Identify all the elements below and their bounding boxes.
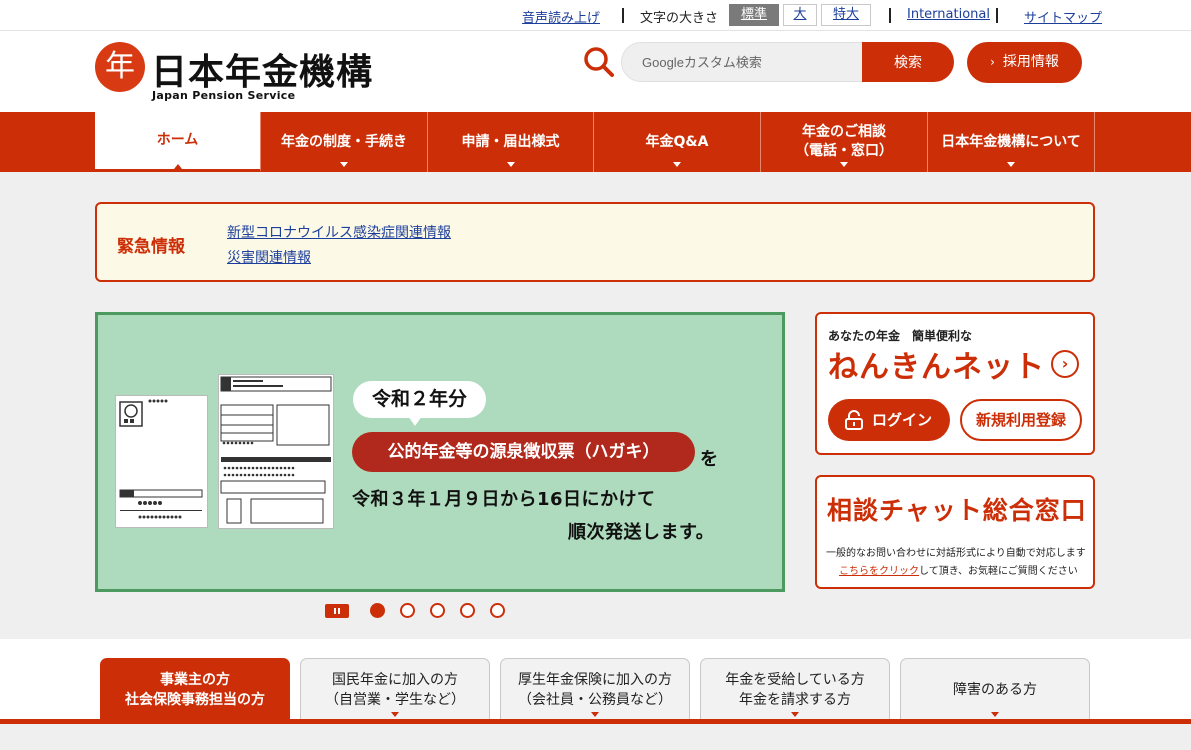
nav-application-forms[interactable]: 申請・届出様式 [428,112,594,172]
caret-down-icon [340,162,348,167]
postcard-illustration [115,395,208,528]
recruit-label: 採用情報 [1002,54,1059,70]
nenkin-net-card: あなたの年金 簡単便利な ねんきんネット › ログイン 新規利用登録 [815,312,1095,455]
audience-tab-recipients[interactable]: 年金を受給している方 年金を請求する方 [700,658,890,720]
nenkin-net-login-button[interactable]: ログイン [828,399,950,441]
lock-icon [845,410,863,430]
nenkin-net-title[interactable]: ねんきんネット [828,342,1045,386]
utility-bar: 音声読み上げ 文字の大きさ 標準 大 特大 International サイトマ… [0,0,1191,31]
search-input[interactable] [621,42,863,82]
global-nav: ホーム 年金の制度・手続き 申請・届出様式 年金Q&A 年金のご相談 （電話・窓… [0,112,1191,172]
caret-down-icon [791,712,799,717]
hero-carousel-slide[interactable]: 令和２年分 公的年金等の源泉徴収票（ハガキ） を 令和３年１月９日から16日にか… [95,312,785,592]
carousel-dot-5[interactable] [490,603,505,618]
carousel-line-1: 令和３年１月９日から16日にかけて [352,489,656,510]
nav-consultation[interactable]: 年金のご相談 （電話・窓口） [761,112,928,172]
caret-down-icon [991,712,999,717]
emergency-link-disaster[interactable]: 災害関連情報 [227,247,311,267]
utility-separator [622,8,624,23]
caret-down-icon [506,162,515,167]
carousel-dot-3[interactable] [430,603,445,618]
emergency-info-box: 緊急情報 新型コロナウイルス感染症関連情報 災害関連情報 [95,202,1095,282]
audience-tab-employee-pension[interactable]: 厚生年金保険に加入の方 （会社員・公務員など） [500,658,690,720]
international-link[interactable]: International [907,7,990,22]
year-pill: 令和２年分 [353,381,486,418]
utility-separator [889,8,891,23]
audience-tab-employers[interactable]: 事業主の方 社会保険事務担当の方 [100,658,290,720]
logo-subtitle: Japan Pension Service [152,89,296,102]
chat-title: 相談チャット総合窓口 [827,496,1087,525]
voice-read-link[interactable]: 音声読み上げ [522,7,600,26]
caret-down-icon [391,712,399,717]
audience-tab-national-pension[interactable]: 国民年金に加入の方 （自営業・学生など） [300,658,490,720]
recruit-button[interactable]: › 採用情報 [967,42,1082,83]
nav-about[interactable]: 日本年金機構について [928,112,1095,172]
font-size-xlarge-button[interactable]: 特大 [821,4,871,26]
site-logo[interactable]: 年 日本年金機構 Japan Pension Service [95,42,375,104]
carousel-dot-2[interactable] [400,603,415,618]
nav-home[interactable]: ホーム [95,112,261,172]
chat-click-link[interactable]: こちらをクリック [839,566,919,577]
chevron-right-icon[interactable]: › [1051,350,1079,378]
font-size-large-button[interactable]: 大 [783,4,817,26]
nav-system-procedures[interactable]: 年金の制度・手続き [261,112,428,172]
caret-down-icon [1007,162,1015,167]
utility-separator [996,8,998,23]
emergency-link-covid[interactable]: 新型コロナウイルス感染症関連情報 [227,222,451,242]
font-size-standard-button[interactable]: 標準 [729,4,779,26]
carousel-pause-button[interactable] [325,604,349,618]
audience-tab-disabilities[interactable]: 障害のある方 [900,658,1090,720]
search-icon [584,47,614,77]
chat-description: 一般的なお問い合わせに対話形式により自動で対応します [826,548,1086,559]
lower-content-area [0,724,1191,750]
caret-up-icon [173,164,182,169]
carousel-line-2: 順次発送します。 [568,522,715,543]
search-button[interactable]: 検索 [862,42,954,82]
consult-chat-card[interactable]: 相談チャット総合窓口 一般的なお問い合わせに対話形式により自動で対応します こち… [815,475,1095,589]
chevron-right-icon: › [990,55,995,69]
nenkin-net-register-button[interactable]: 新規利用登録 [960,399,1082,441]
form-illustration [218,374,334,529]
carousel-dot-4[interactable] [460,603,475,618]
carousel-particle: を [700,449,718,470]
year-pill-tail [408,416,422,426]
font-size-label: 文字の大きさ [640,11,719,26]
caret-down-icon [840,162,848,167]
caret-down-icon [591,712,599,717]
pause-icon [338,608,340,614]
site-header: 年 日本年金機構 Japan Pension Service 検索 › 採用情報 [0,32,1191,112]
logo-title: 日本年金機構 [151,52,374,93]
caret-down-icon [673,162,681,167]
main-pill: 公的年金等の源泉徴収票（ハガキ） [352,432,695,472]
nav-qa[interactable]: 年金Q&A [594,112,761,172]
logo-mark-icon: 年 [95,42,145,92]
chat-description-2: こちらをクリックして頂き、お気軽にご質問ください [839,566,1078,577]
emergency-title: 緊急情報 [117,237,185,257]
pause-icon [334,608,336,614]
carousel-dot-1[interactable] [370,603,385,618]
sitemap-link[interactable]: サイトマップ [1024,7,1102,26]
